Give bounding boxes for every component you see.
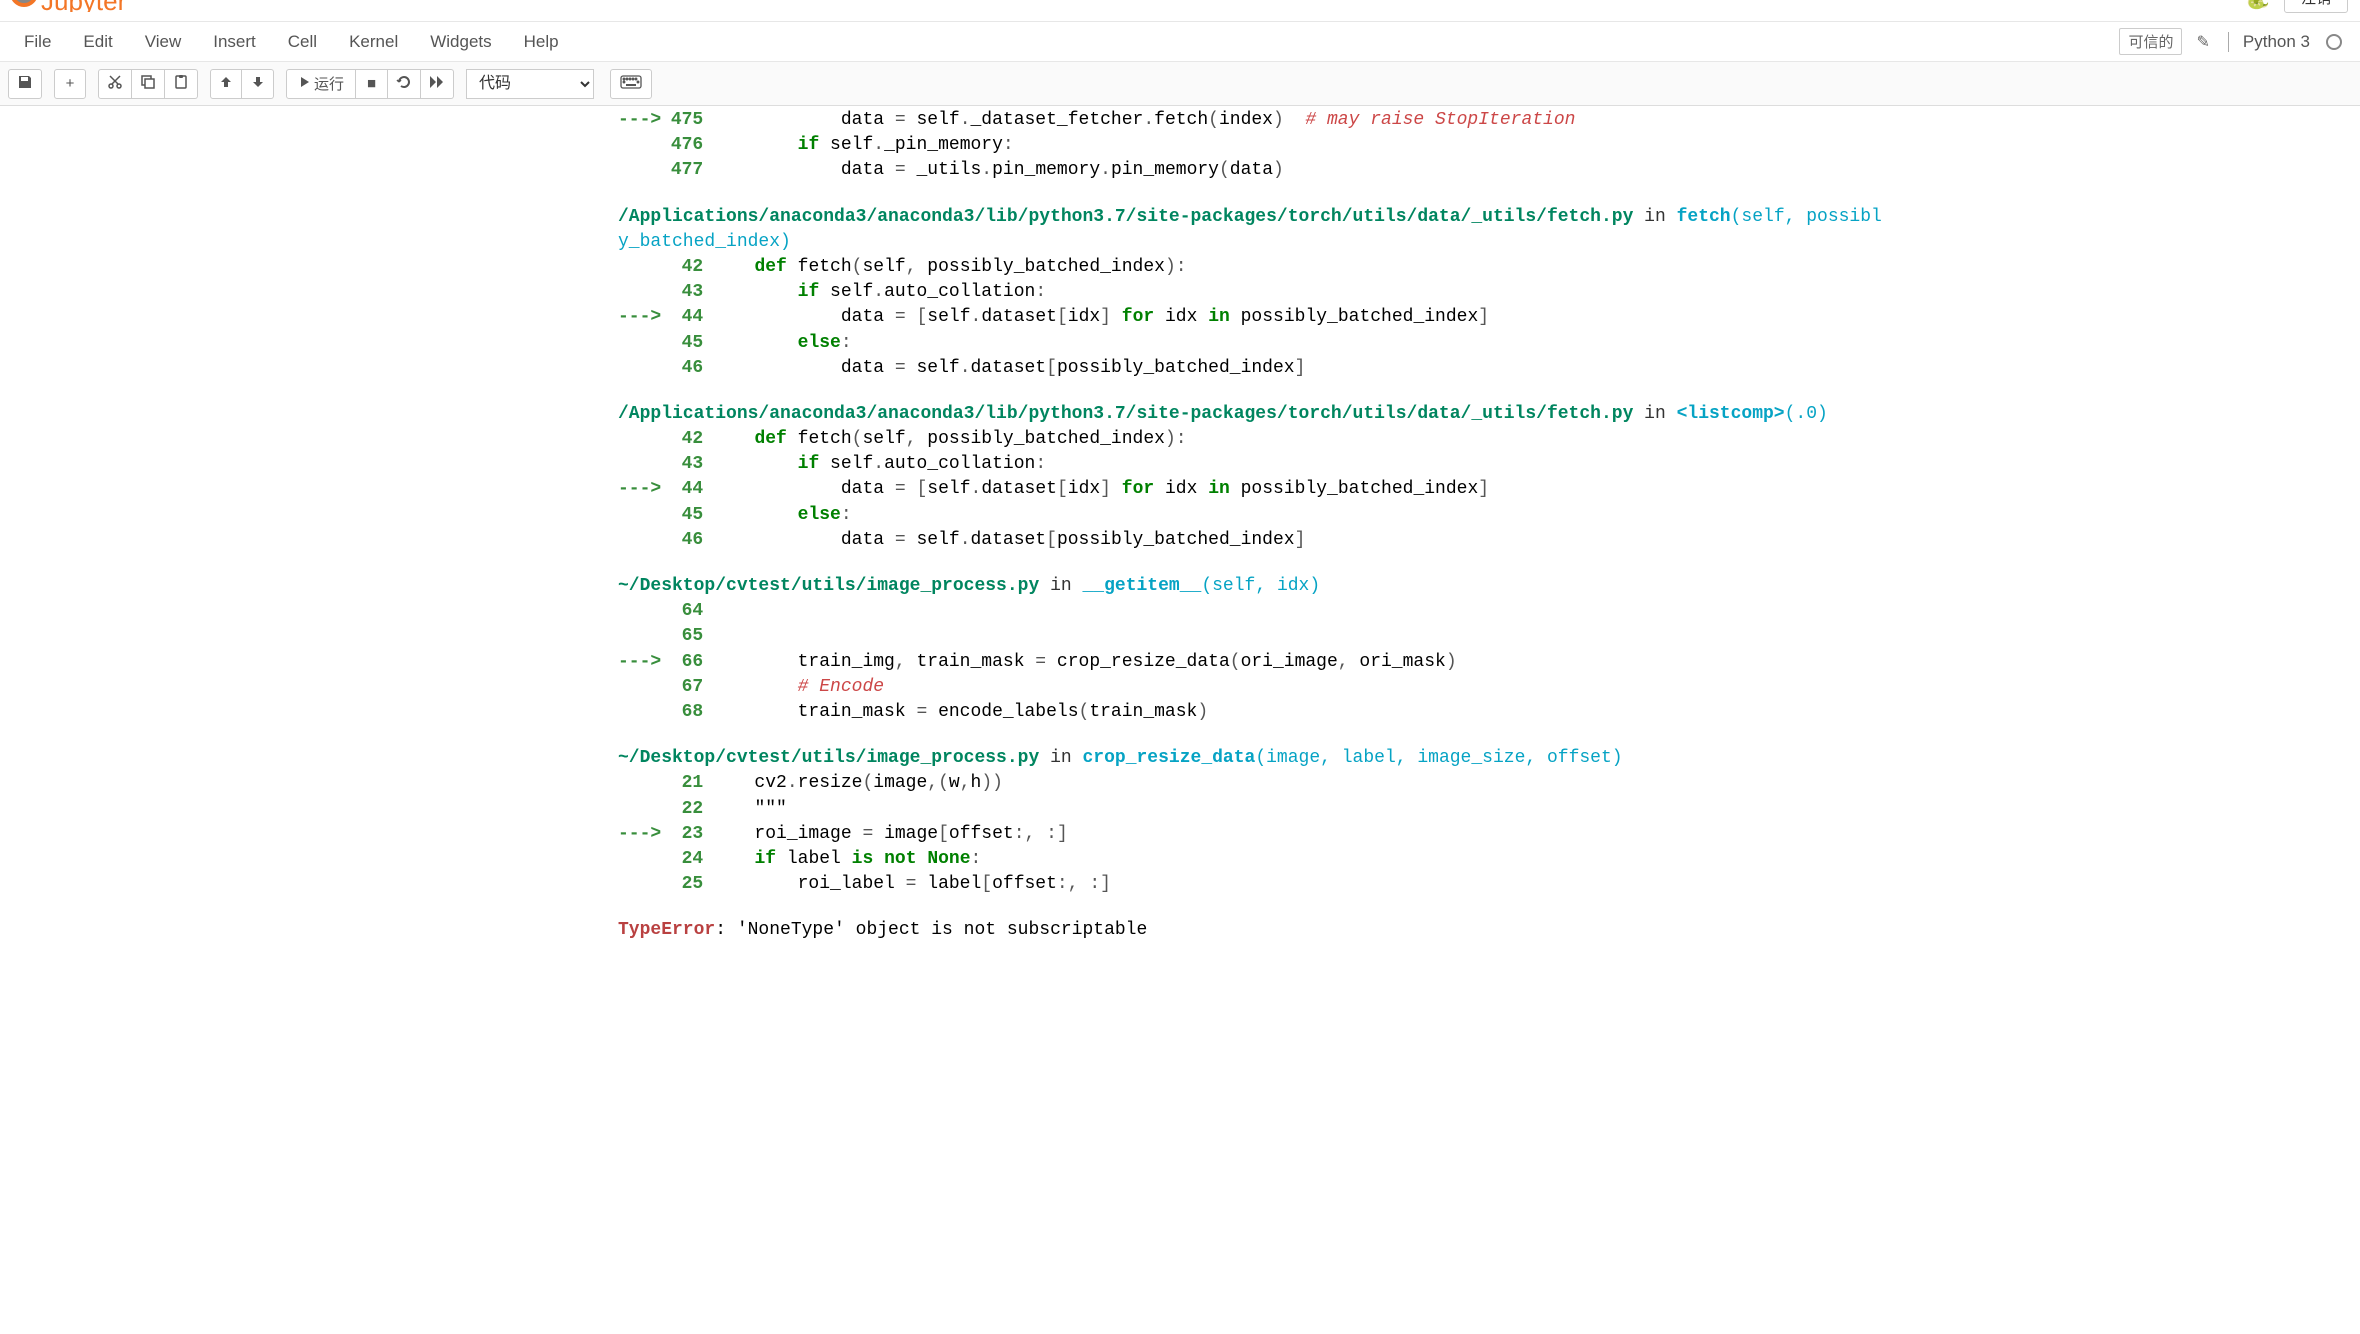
jupyter-logo: Jupyter xyxy=(10,0,130,12)
add-cell-button[interactable]: + xyxy=(54,69,86,99)
menubar-right: 可信的 ✎ Python 3 xyxy=(2119,28,2342,55)
tb-code-row: 45 else: xyxy=(618,503,1878,528)
run-button[interactable]: 运行 xyxy=(286,69,356,99)
tb-code-row: --->44 data = [self.dataset[idx] for idx… xyxy=(618,305,1878,330)
run-label: 运行 xyxy=(314,73,344,94)
tb-code-row: 43 if self.auto_collation: xyxy=(618,280,1878,305)
save-icon xyxy=(17,74,33,94)
tb-code-row: 67 # Encode xyxy=(618,675,1878,700)
menu-help[interactable]: Help xyxy=(508,26,575,58)
header-right: 🐍 注销 xyxy=(2243,0,2348,13)
tb-code-row: 42 def fetch(self, possibly_batched_inde… xyxy=(618,427,1878,452)
menu-view[interactable]: View xyxy=(129,26,198,58)
tb-frame-header: ~/Desktop/cvtest/utils/image_process.py … xyxy=(618,746,1878,771)
arrow-up-icon xyxy=(219,75,233,93)
tb-code-row: 476 if self._pin_memory: xyxy=(618,133,1878,158)
tb-code-row: 25 roi_label = label[offset:, :] xyxy=(618,872,1878,897)
tb-code-row: --->475 data = self._dataset_fetcher.fet… xyxy=(618,108,1878,133)
fast-forward-icon xyxy=(429,75,445,93)
logout-button[interactable]: 注销 xyxy=(2284,0,2348,13)
restart-icon xyxy=(396,74,412,94)
tb-code-row: 68 train_mask = encode_labels(train_mask… xyxy=(618,700,1878,725)
menu-widgets[interactable]: Widgets xyxy=(414,26,507,58)
tb-code-row: 65 xyxy=(618,624,1878,649)
tb-code-row: 46 data = self.dataset[possibly_batched_… xyxy=(618,528,1878,553)
menu-kernel[interactable]: Kernel xyxy=(333,26,414,58)
python-icon: 🐍 xyxy=(2243,0,2270,11)
tb-code-row: 64 xyxy=(618,599,1878,624)
cut-button[interactable] xyxy=(98,69,132,99)
notebook-area[interactable]: --->475 data = self._dataset_fetcher.fet… xyxy=(0,106,2360,943)
tb-error-line: TypeError: 'NoneType' object is not subs… xyxy=(618,918,1878,943)
tb-code-row: 43 if self.auto_collation: xyxy=(618,452,1878,477)
traceback-output: --->475 data = self._dataset_fetcher.fet… xyxy=(478,106,1882,943)
run-icon xyxy=(298,75,310,92)
tb-code-row: 24 if label is not None: xyxy=(618,847,1878,872)
pencil-icon[interactable]: ✎ xyxy=(2190,32,2215,52)
keyboard-icon xyxy=(620,75,642,93)
tb-frame-header: ~/Desktop/cvtest/utils/image_process.py … xyxy=(618,574,1878,599)
tb-error-msg: : 'NoneType' object is not subscriptable xyxy=(715,920,1147,940)
kernel-name[interactable]: Python 3 xyxy=(2241,32,2310,52)
stop-button[interactable]: ■ xyxy=(356,69,388,99)
move-down-button[interactable] xyxy=(242,69,274,99)
paste-button[interactable] xyxy=(165,69,198,99)
save-button[interactable] xyxy=(8,69,42,99)
brand-text: Jupyter xyxy=(41,0,126,12)
tb-code-row: --->66 train_img, train_mask = crop_resi… xyxy=(618,650,1878,675)
tb-code-row: 22 """ xyxy=(618,797,1878,822)
tb-code-row: --->23 roi_image = image[offset:, :] xyxy=(618,822,1878,847)
menu-file[interactable]: File xyxy=(8,26,67,58)
tb-code-row: 46 data = self.dataset[possibly_batched_… xyxy=(618,356,1878,381)
tb-code-row: 477 data = _utils.pin_memory.pin_memory(… xyxy=(618,158,1878,183)
restart-run-all-button[interactable] xyxy=(421,69,454,99)
menu-edit[interactable]: Edit xyxy=(67,26,128,58)
divider xyxy=(2228,32,2229,52)
restart-button[interactable] xyxy=(388,69,421,99)
move-up-button[interactable] xyxy=(210,69,242,99)
tb-frame-header-wrap: y_batched_index) xyxy=(618,230,1878,255)
tb-code-row: 42 def fetch(self, possibly_batched_inde… xyxy=(618,255,1878,280)
command-palette-button[interactable] xyxy=(610,69,652,99)
tb-frame-header: /Applications/anaconda3/anaconda3/lib/py… xyxy=(618,205,1878,230)
menu-insert[interactable]: Insert xyxy=(197,26,272,58)
scissors-icon xyxy=(107,74,123,94)
menubar: File Edit View Insert Cell Kernel Widget… xyxy=(0,22,2360,62)
kernel-status-icon[interactable] xyxy=(2326,34,2342,50)
notebook-inner: --->475 data = self._dataset_fetcher.fet… xyxy=(470,106,1890,943)
cell-type-select[interactable]: 代码 xyxy=(466,69,594,99)
copy-icon xyxy=(140,74,156,94)
tb-code-row: 45 else: xyxy=(618,331,1878,356)
plus-icon: + xyxy=(66,75,75,92)
trusted-badge[interactable]: 可信的 xyxy=(2119,28,2182,55)
tb-frame-header: /Applications/anaconda3/anaconda3/lib/py… xyxy=(618,402,1878,427)
copy-button[interactable] xyxy=(132,69,165,99)
stop-icon: ■ xyxy=(367,75,376,92)
tb-code-row: --->44 data = [self.dataset[idx] for idx… xyxy=(618,477,1878,502)
paste-icon xyxy=(173,74,189,94)
menu-cell[interactable]: Cell xyxy=(272,26,333,58)
app-header: Jupyter 🐍 注销 xyxy=(0,0,2360,22)
tb-code-row: 21 cv2.resize(image,(w,h)) xyxy=(618,771,1878,796)
toolbar: + 运行 ■ 代码 xyxy=(0,62,2360,106)
arrow-down-icon xyxy=(251,75,265,93)
